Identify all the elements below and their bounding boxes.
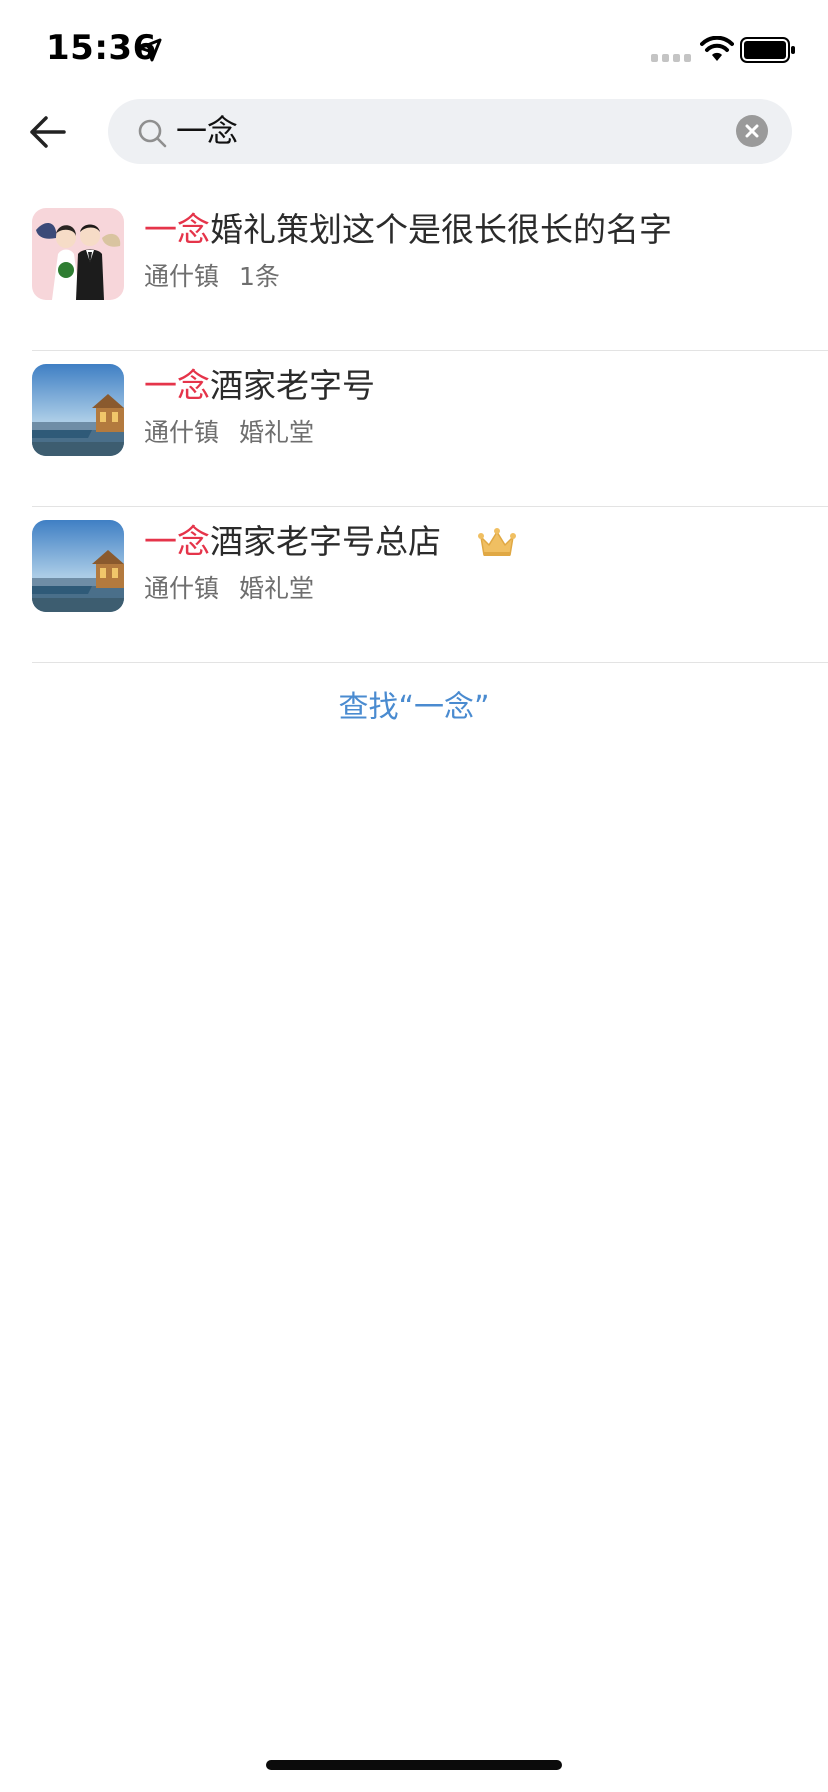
result-count: 1条 xyxy=(239,262,280,291)
result-meta: 通什镇 婚礼堂 xyxy=(144,417,314,449)
divider xyxy=(32,662,828,663)
result-thumbnail-resort xyxy=(32,520,124,612)
result-location: 通什镇 xyxy=(144,574,220,603)
result-location: 通什镇 xyxy=(144,262,220,291)
status-bar: 15:36 xyxy=(0,0,828,100)
result-item[interactable]: 一念酒家老字号总店 通什镇 婚礼堂 xyxy=(0,507,828,663)
result-category: 婚礼堂 xyxy=(239,574,315,603)
result-title: 一念酒家老字号 xyxy=(144,365,375,407)
location-arrow-icon xyxy=(138,38,162,62)
battery-icon xyxy=(740,37,795,63)
back-button[interactable] xyxy=(26,110,70,154)
result-title-highlight: 一念 xyxy=(144,210,210,249)
result-meta: 通什镇 1条 xyxy=(144,261,280,293)
signal-icon xyxy=(651,54,691,62)
back-arrow-icon xyxy=(30,116,66,148)
search-icon xyxy=(138,119,167,148)
result-title-highlight: 一念 xyxy=(144,366,210,405)
result-title-highlight: 一念 xyxy=(144,522,210,561)
result-title: 一念酒家老字号总店 xyxy=(144,521,441,563)
result-title: 一念婚礼策划这个是很长很长的名字 xyxy=(144,209,672,251)
search-input[interactable]: 一念 xyxy=(108,99,792,164)
find-query-link[interactable]: 查找“一念” xyxy=(0,682,828,726)
result-item[interactable]: 一念酒家老字号 通什镇 婚礼堂 xyxy=(0,351,828,507)
result-thumbnail-resort xyxy=(32,364,124,456)
result-thumbnail-wedding xyxy=(32,208,124,300)
result-title-rest: 酒家老字号 xyxy=(210,366,375,405)
clear-icon[interactable] xyxy=(736,115,768,147)
home-indicator[interactable] xyxy=(266,1760,562,1770)
search-results-screen: 15:36 一念 一念婚礼策划这个是很长很长的名字 通什镇 1条 一念酒家老字号… xyxy=(0,0,828,1792)
wifi-icon xyxy=(700,36,734,61)
result-item[interactable]: 一念婚礼策划这个是很长很长的名字 通什镇 1条 xyxy=(0,195,828,351)
result-meta: 通什镇 婚礼堂 xyxy=(144,573,314,605)
result-category: 婚礼堂 xyxy=(239,418,315,447)
result-title-rest: 酒家老字号总店 xyxy=(210,522,441,561)
result-location: 通什镇 xyxy=(144,418,220,447)
search-query-text[interactable]: 一念 xyxy=(176,113,238,151)
crown-icon xyxy=(478,528,516,556)
result-title-rest: 婚礼策划这个是很长很长的名字 xyxy=(210,210,672,249)
search-result-list: 一念婚礼策划这个是很长很长的名字 通什镇 1条 一念酒家老字号 通什镇 婚礼堂 … xyxy=(0,195,828,663)
